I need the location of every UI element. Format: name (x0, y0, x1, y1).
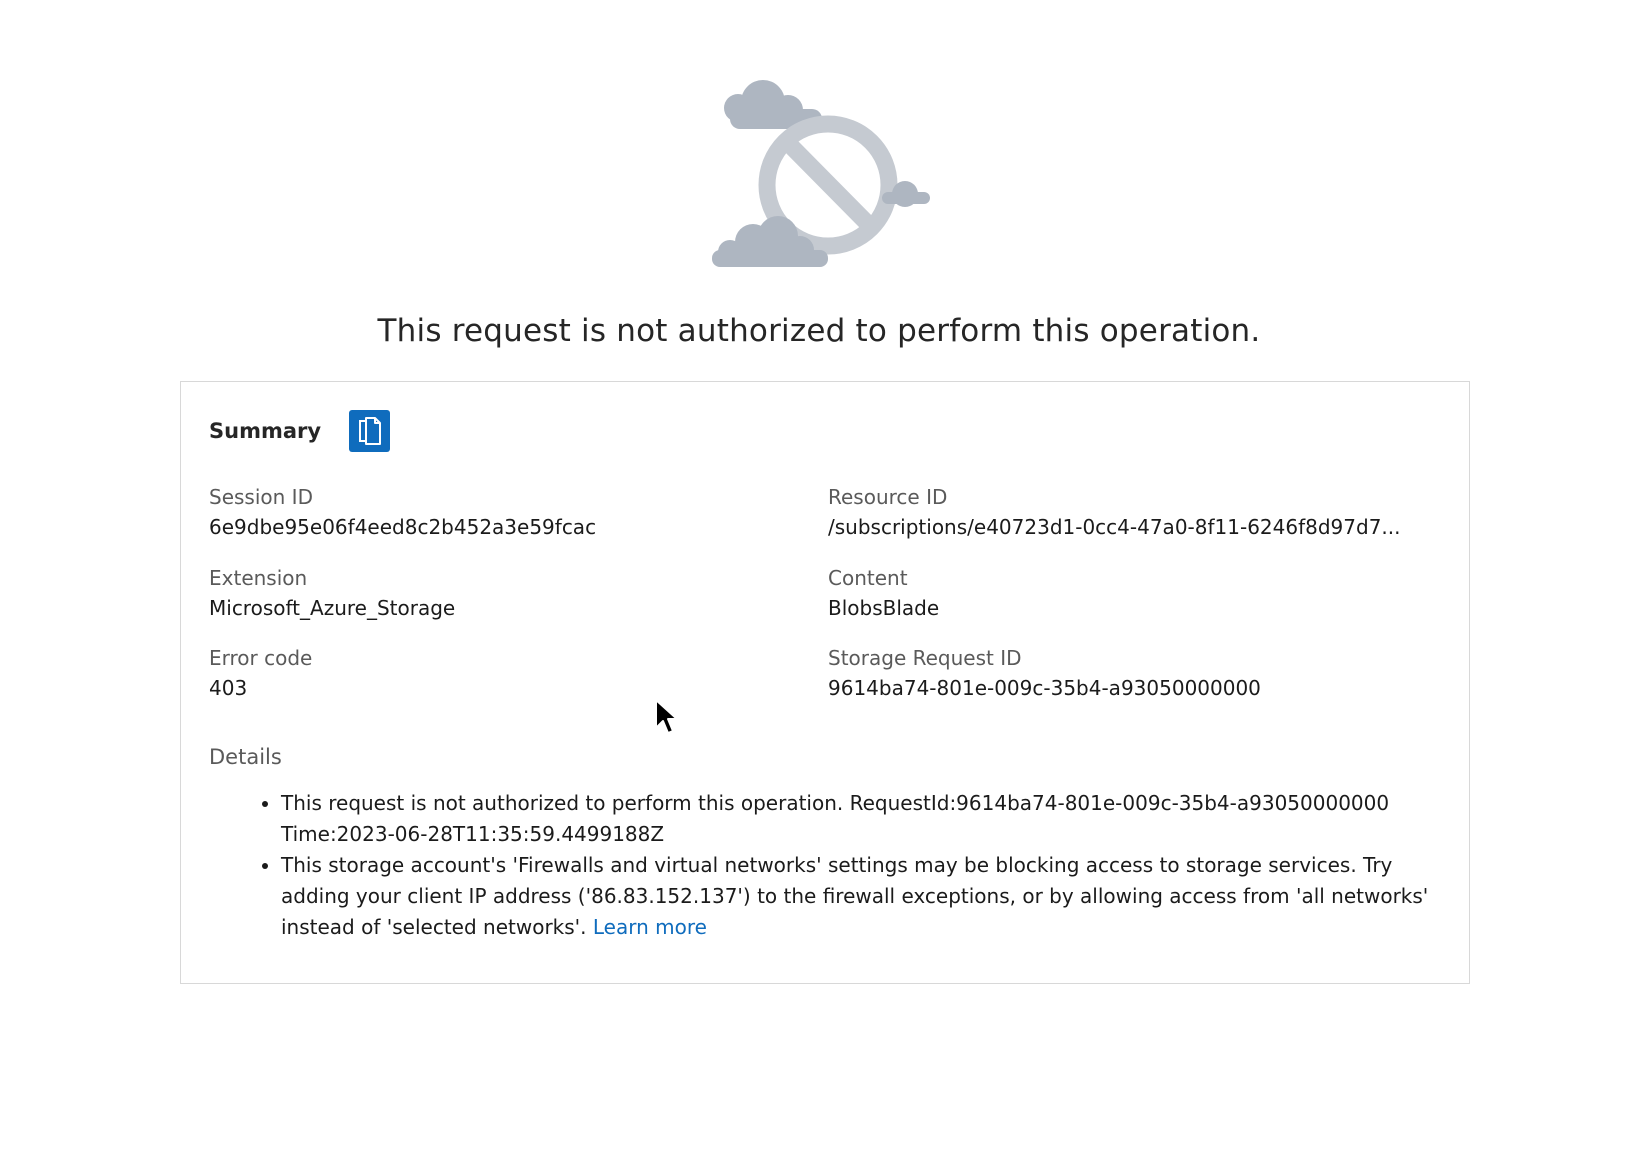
summary-header: Summary (209, 410, 391, 452)
details-list: This request is not authorized to perfor… (209, 788, 1449, 943)
resource-id-label: Resource ID (828, 485, 948, 509)
error-code-field: Error code 403 (209, 643, 799, 703)
copy-summary-button[interactable] (349, 410, 391, 452)
copy-icon (358, 417, 381, 445)
details-item-2-text: This storage account's 'Firewalls and vi… (281, 853, 1429, 939)
storage-request-id-field: Storage Request ID 9614ba74-801e-009c-35… (828, 643, 1418, 703)
content-label: Content (828, 566, 908, 590)
storage-request-id-value: 9614ba74-801e-009c-35b4-a93050000000 (828, 676, 1261, 700)
blocked-cloud-icon (712, 80, 930, 267)
mouse-pointer-icon (655, 699, 678, 734)
session-id-label: Session ID (209, 485, 313, 509)
details-item-1-line-1: This request is not authorized to perfor… (281, 791, 1390, 815)
learn-more-link[interactable]: Learn more (593, 915, 707, 939)
error-title: This request is not authorized to perfor… (377, 313, 1261, 349)
extension-field: Extension Microsoft_Azure_Storage (209, 563, 799, 623)
content-field: Content BlobsBlade (828, 563, 1418, 623)
error-page: This request is not authorized to perfor… (0, 0, 1638, 1156)
extension-label: Extension (209, 566, 308, 590)
summary-panel: Summary Session ID 6e9dbe95e06f4eed8c2b4… (180, 381, 1470, 984)
error-code-value: 403 (209, 676, 248, 700)
list-item: This storage account's 'Firewalls and vi… (281, 850, 1449, 943)
error-code-label: Error code (209, 646, 313, 670)
details-item-1-line-2: Time:2023-06-28T11:35:59.4499188Z (281, 822, 665, 846)
session-id-field: Session ID 6e9dbe95e06f4eed8c2b452a3e59f… (209, 482, 799, 542)
content-value: BlobsBlade (828, 596, 940, 620)
session-id-value: 6e9dbe95e06f4eed8c2b452a3e59fcac (209, 515, 597, 539)
summary-heading: Summary (209, 419, 322, 443)
extension-value: Microsoft_Azure_Storage (209, 596, 456, 620)
resource-id-field: Resource ID /subscriptions/e40723d1-0cc4… (828, 482, 1418, 542)
storage-request-id-label: Storage Request ID (828, 646, 1022, 670)
list-item: This request is not authorized to perfor… (281, 788, 1449, 850)
details-label: Details (209, 745, 282, 769)
resource-id-value: /subscriptions/e40723d1-0cc4-47a0-8f11-6… (828, 515, 1401, 539)
